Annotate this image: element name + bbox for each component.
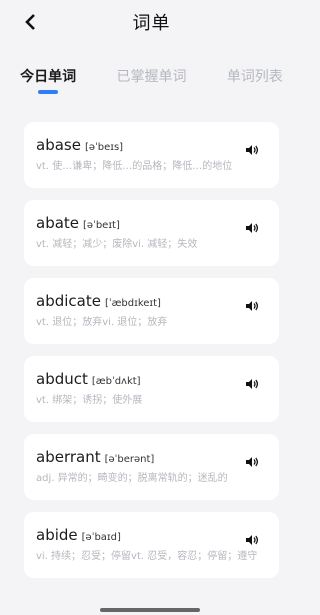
word-phonetic: [əˈbeɪs] (84, 142, 124, 153)
tab-mastered-words[interactable]: 已掌握单词 (116, 66, 186, 94)
word-text: abduct (36, 370, 88, 388)
word-meaning: vt. 退位；放弃vi. 退位；放弃 (36, 317, 168, 328)
word-meaning: vi. 持续；忍受；停留vt. 忍受，容忍；停留；遵守 (36, 551, 258, 562)
header: 词单 (0, 0, 303, 44)
word-card[interactable]: abate [əˈbeɪt] vt. 减轻；减少；废除vi. 减轻；失效 (24, 200, 279, 266)
word-card[interactable]: abduct [æbˈdʌkt] vt. 绑架；诱拐；使外展 (24, 356, 279, 422)
word-text: abase (36, 136, 81, 154)
speaker-icon[interactable] (245, 300, 259, 312)
tab-active-indicator (38, 90, 59, 94)
speaker-icon[interactable] (245, 222, 259, 234)
word-text: abate (36, 214, 80, 232)
speaker-icon[interactable] (245, 534, 259, 546)
word-card[interactable]: aberrant [əˈberənt] adj. 异常的；畸变的；脱离常轨的；迷… (24, 434, 279, 500)
chevron-left-icon (25, 14, 35, 30)
tab-label: 单词列表 (226, 69, 283, 85)
tab-label: 已掌握单词 (116, 69, 187, 85)
word-phonetic: [əˈbeɪt] (83, 220, 120, 231)
home-indicator (100, 608, 200, 612)
word-text: abide (36, 526, 78, 544)
word-phonetic: [ˈæbdɪkeɪt] (104, 298, 161, 309)
tab-today-words[interactable]: 今日单词 (20, 66, 76, 94)
word-phonetic: [əˈbaɪd] (81, 532, 121, 543)
speaker-icon[interactable] (245, 378, 259, 390)
word-text: aberrant (36, 448, 101, 466)
page-title: 词单 (132, 13, 171, 34)
word-meaning: adj. 异常的；畸变的；脱离常轨的；迷乱的 (36, 473, 228, 484)
word-meaning: vt. 绑架；诱拐；使外展 (36, 395, 143, 406)
word-phonetic: [æbˈdʌkt] (91, 376, 141, 387)
word-card[interactable]: abase [əˈbeɪs] vt. 使…谦卑；降低…的品格；降低…的地位 (24, 122, 279, 188)
speaker-icon[interactable] (245, 144, 259, 156)
speaker-icon[interactable] (245, 456, 259, 468)
word-meaning: vt. 减轻；减少；废除vi. 减轻；失效 (36, 239, 198, 250)
word-meaning: vt. 使…谦卑；降低…的品格；降低…的地位 (36, 161, 233, 172)
tab-word-list[interactable]: 单词列表 (227, 66, 283, 94)
tab-bar: 今日单词 已掌握单词 单词列表 (0, 66, 303, 100)
back-button[interactable] (20, 12, 40, 32)
tab-label: 今日单词 (20, 69, 77, 85)
word-text: abdicate (36, 292, 101, 310)
word-card[interactable]: abide [əˈbaɪd] vi. 持续；忍受；停留vt. 忍受，容忍；停留；… (24, 512, 279, 578)
word-phonetic: [əˈberənt] (104, 454, 155, 465)
word-list: abase [əˈbeɪs] vt. 使…谦卑；降低…的品格；降低…的地位 ab… (0, 122, 303, 590)
word-card[interactable]: abdicate [ˈæbdɪkeɪt] vt. 退位；放弃vi. 退位；放弃 (24, 278, 279, 344)
